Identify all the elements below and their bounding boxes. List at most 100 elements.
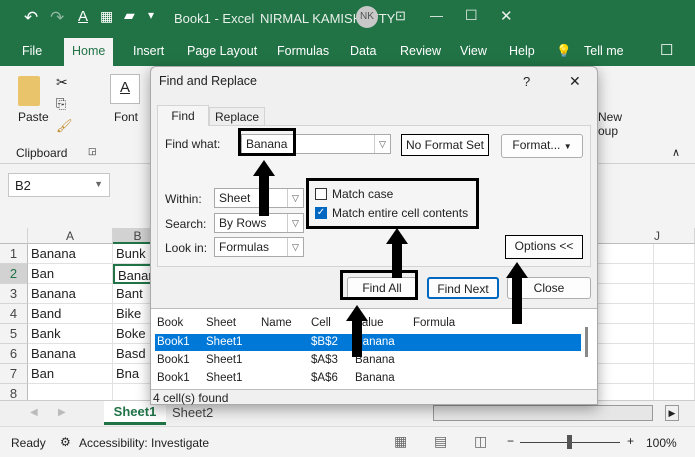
tab-data[interactable]: Data: [350, 44, 376, 58]
maximize-icon[interactable]: ☐: [465, 7, 478, 24]
table-icon[interactable]: ▦: [100, 8, 113, 25]
search-select[interactable]: By Rows ▽: [214, 213, 304, 233]
cell[interactable]: [654, 344, 695, 364]
zoom-in-icon[interactable]: +: [627, 434, 634, 448]
result-row[interactable]: Book1 Sheet1 $B$2 Banana: [155, 334, 581, 351]
tab-formulas[interactable]: Formulas: [277, 44, 329, 58]
page-break-view-icon[interactable]: ◫: [474, 433, 487, 450]
chevron-down-icon[interactable]: ▽: [374, 135, 390, 153]
cell-a[interactable]: Ban: [28, 364, 113, 384]
row-header[interactable]: 1: [0, 244, 28, 264]
cell[interactable]: [598, 264, 654, 284]
cell[interactable]: [598, 344, 654, 364]
font-icon[interactable]: A: [110, 74, 140, 104]
cell[interactable]: [654, 304, 695, 324]
results-list[interactable]: Book Sheet Name Cell Value Formula Book1…: [151, 308, 597, 390]
cell[interactable]: [598, 284, 654, 304]
column-header-j[interactable]: J: [598, 228, 695, 244]
row-header[interactable]: 3: [0, 284, 28, 304]
customize-icon[interactable]: ▾: [148, 8, 154, 22]
result-row[interactable]: Book1 Sheet1 $A$3 Banana: [155, 352, 581, 369]
new-group-label[interactable]: New: [598, 110, 622, 124]
tab-home[interactable]: Home: [64, 38, 114, 66]
results-header-cell[interactable]: Cell: [311, 317, 331, 329]
close-window-icon[interactable]: ✕: [500, 7, 513, 25]
copy-icon[interactable]: ⎘: [56, 96, 66, 112]
accessibility-status[interactable]: Accessibility: Investigate: [79, 436, 209, 450]
new-group-label-2[interactable]: oup: [598, 124, 618, 138]
results-header-name[interactable]: Name: [261, 317, 292, 329]
comments-icon[interactable]: ☐: [660, 41, 673, 59]
results-scrollbar[interactable]: [585, 327, 588, 357]
paste-icon[interactable]: [18, 76, 40, 106]
cell-a[interactable]: Banana: [28, 284, 113, 304]
cell-a[interactable]: Banana: [28, 244, 113, 264]
tab-view[interactable]: View: [460, 44, 487, 58]
lightbulb-icon: 💡: [556, 44, 572, 58]
tab-help[interactable]: Help: [509, 44, 535, 58]
help-button[interactable]: ?: [523, 74, 530, 89]
avatar[interactable]: NK: [356, 6, 378, 28]
cell-a[interactable]: Ban: [28, 264, 113, 284]
look-in-select[interactable]: Formulas ▽: [214, 237, 304, 257]
ribbon-display-icon[interactable]: ⊡: [395, 8, 406, 24]
row-header[interactable]: 7: [0, 364, 28, 384]
found-count: 4 cell(s) found: [153, 391, 229, 405]
format-painter-icon[interactable]: 🖌: [56, 118, 73, 134]
column-header-a[interactable]: A: [28, 228, 113, 244]
open-folder-icon[interactable]: ▰: [124, 7, 135, 24]
font-color-icon[interactable]: A: [78, 8, 88, 25]
redo-icon[interactable]: ↷: [50, 8, 64, 28]
row-header[interactable]: 2: [0, 264, 28, 284]
tab-page-layout[interactable]: Page Layout: [187, 44, 257, 58]
cell-a[interactable]: Banana: [28, 344, 113, 364]
dialog-launcher-icon[interactable]: ◲: [88, 146, 97, 157]
zoom-out-icon[interactable]: −: [507, 434, 514, 448]
cell-a[interactable]: Bank: [28, 324, 113, 344]
collapse-ribbon-icon[interactable]: ∧: [672, 146, 680, 159]
minimize-icon[interactable]: —: [430, 8, 443, 23]
tab-file[interactable]: File: [22, 44, 42, 58]
cell[interactable]: [598, 304, 654, 324]
cell[interactable]: [654, 364, 695, 384]
row-header[interactable]: 4: [0, 304, 28, 324]
results-header-formula[interactable]: Formula: [413, 317, 455, 329]
page-layout-view-icon[interactable]: ▤: [434, 433, 447, 450]
cut-icon[interactable]: ✂: [56, 74, 68, 91]
font-label[interactable]: Font: [114, 110, 138, 124]
result-row[interactable]: Book1 Sheet1 $A$6 Banana: [155, 370, 581, 387]
results-header-sheet[interactable]: Sheet: [206, 317, 236, 329]
cell[interactable]: [598, 244, 654, 264]
horizontal-scrollbar[interactable]: [433, 405, 653, 421]
cell[interactable]: [654, 244, 695, 264]
tab-find[interactable]: Find: [157, 105, 209, 126]
tab-insert[interactable]: Insert: [133, 44, 164, 58]
select-all[interactable]: [0, 228, 28, 244]
cell[interactable]: [654, 324, 695, 344]
row-header[interactable]: 5: [0, 324, 28, 344]
cell-a[interactable]: Band: [28, 304, 113, 324]
cell[interactable]: [654, 264, 695, 284]
name-box[interactable]: B2 ▼: [8, 173, 110, 197]
sheet-tab-sheet2[interactable]: Sheet2: [172, 405, 213, 420]
find-next-button[interactable]: Find Next: [427, 277, 499, 299]
dialog-close-button[interactable]: ✕: [569, 73, 581, 90]
tell-me[interactable]: Tell me: [584, 44, 624, 58]
format-button[interactable]: Format... ▼: [501, 134, 583, 158]
row-header[interactable]: 6: [0, 344, 28, 364]
cell[interactable]: [598, 324, 654, 344]
cell[interactable]: [598, 364, 654, 384]
tab-review[interactable]: Review: [400, 44, 441, 58]
zoom-slider-handle[interactable]: [567, 435, 572, 449]
zoom-level[interactable]: 100%: [646, 436, 677, 450]
normal-view-icon[interactable]: ▦: [394, 433, 407, 450]
undo-icon[interactable]: ↶: [24, 8, 38, 28]
tab-replace[interactable]: Replace: [209, 107, 265, 125]
next-sheet-icon[interactable]: ▶: [58, 407, 66, 418]
results-header-book[interactable]: Book: [157, 317, 183, 329]
prev-sheet-icon[interactable]: ◀: [30, 407, 38, 418]
paste-label[interactable]: Paste: [18, 110, 49, 124]
options-button[interactable]: Options <<: [505, 235, 583, 259]
scroll-right-icon[interactable]: ▶: [665, 405, 679, 421]
cell[interactable]: [654, 284, 695, 304]
